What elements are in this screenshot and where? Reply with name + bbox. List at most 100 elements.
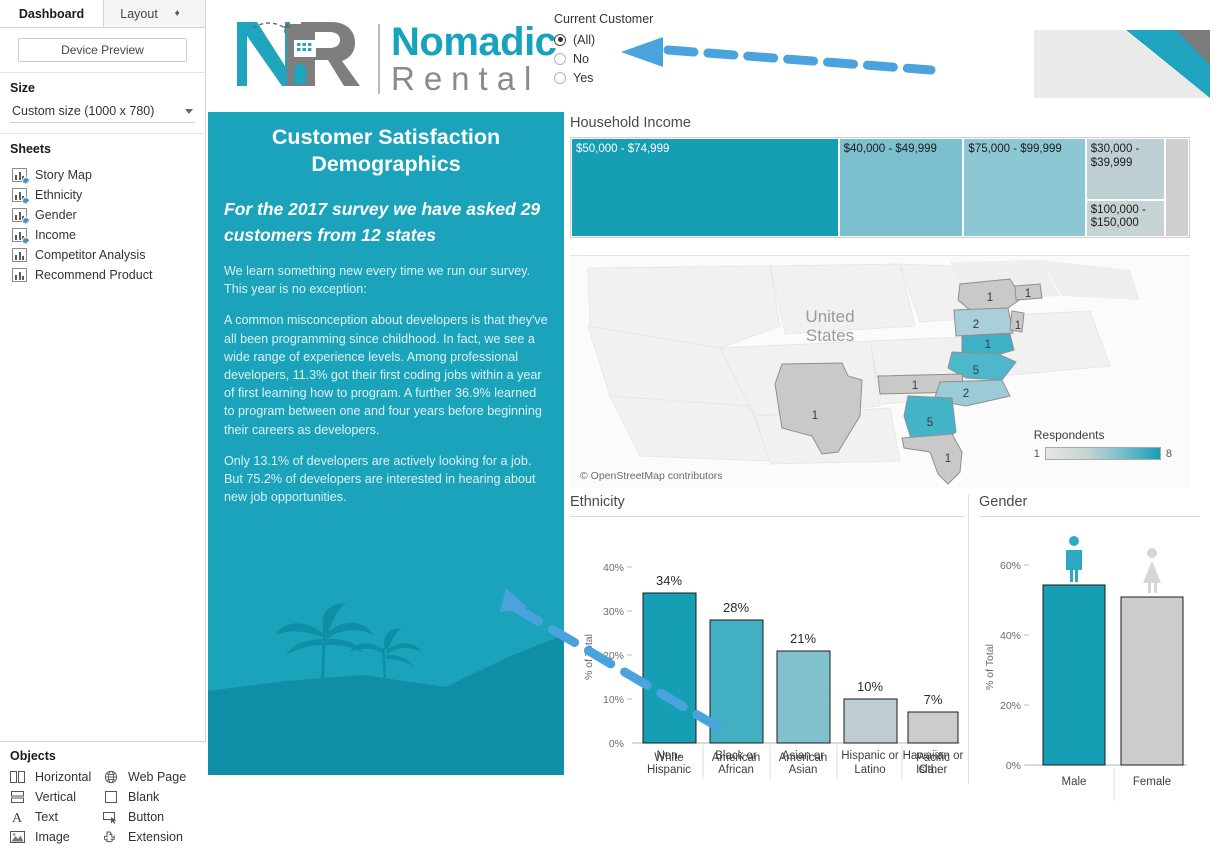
bar-value-label: 21% (790, 631, 816, 646)
in-use-check-icon (22, 237, 30, 245)
worksheet-icon (12, 208, 30, 225)
y-tick-label: 20% (1000, 700, 1021, 712)
objects-panel: Objects Horizontal Web Page Vertical Bla… (0, 741, 206, 854)
ethnicity-category-third-line: White American American Pacific Isla.. (654, 752, 950, 776)
treemap-tile[interactable]: $50,000 - $74,999 (571, 138, 839, 237)
object-label: Image (35, 830, 70, 844)
filter-option-all[interactable]: (All) (554, 30, 653, 49)
ethnicity-bar-chart[interactable]: 40% 30% 20% 10% 0% % of Total 34% 28% 21… (570, 517, 965, 779)
treemap-tile[interactable]: $75,000 - $99,999 (963, 138, 1086, 237)
size-dropdown[interactable]: Custom size (1000 x 780) (10, 102, 195, 123)
object-label: Button (128, 810, 165, 824)
y-tick-label: 0% (609, 738, 624, 750)
svg-text:A: A (12, 811, 23, 824)
state-value-tennessee: 1 (912, 380, 918, 392)
y-tick-label: 20% (603, 650, 624, 662)
ethnicity-panel: Ethnicity 40% 30% 20% 10% 0% % of Total (570, 494, 965, 784)
device-preview-button[interactable]: Device Preview (18, 38, 187, 62)
bar-non-hispanic-white (642, 592, 697, 744)
corner-stripe-graphic (1034, 5, 1210, 98)
sidebar-item-income[interactable]: Income (10, 225, 195, 245)
bar-value-label: 10% (857, 679, 883, 694)
logo-wordmark: Nomadic Rental (391, 20, 557, 96)
map-legend-title: Respondents (1033, 428, 1105, 442)
tab-dashboard[interactable]: Dashboard (0, 0, 103, 27)
map-attribution: © OpenStreetMap contributors (580, 470, 723, 482)
object-label: Text (35, 810, 58, 824)
object-label: Blank (128, 790, 160, 804)
object-label: Web Page (128, 770, 187, 784)
story-map-panel[interactable]: 1 1 2 1 1 1 5 1 2 5 1 United States Resp… (570, 255, 1190, 488)
logo-primary-text: Nomadic (391, 20, 557, 64)
object-blank[interactable]: Blank (103, 790, 196, 804)
state-value-virginia: 5 (973, 365, 979, 377)
filter-option-yes[interactable]: Yes (554, 68, 653, 87)
object-label: Vertical (35, 790, 76, 804)
objects-grid: Horizontal Web Page Vertical Blank A Tex… (10, 770, 196, 844)
text-a-icon: A (10, 810, 26, 826)
tab-layout[interactable]: Layout ▲ ▼ (103, 0, 205, 27)
state-value-pennsylvania: 2 (973, 319, 979, 331)
treemap-tile[interactable]: $40,000 - $49,999 (838, 138, 964, 237)
object-button[interactable]: Button (103, 810, 196, 824)
ethnicity-title: Ethnicity (570, 494, 625, 510)
worksheet-icon (12, 268, 27, 282)
size-dropdown-value: Custom size (1000 x 780) (12, 104, 155, 118)
sidebar-item-recommend-product[interactable]: Recommend Product (10, 265, 195, 285)
sheet-label: Gender (35, 208, 77, 222)
story-title: Customer Satisfaction Demographics (271, 125, 501, 176)
nomadic-rental-logo: Nomadic Rental (231, 14, 557, 96)
map-legend-min: 1 (1033, 447, 1040, 460)
y-tick-label: 10% (603, 694, 624, 706)
map-legend-gradient (1044, 447, 1161, 460)
object-image[interactable]: Image (10, 830, 103, 844)
sidebar-tabs: Dashboard Layout ▲ ▼ (0, 0, 205, 28)
gender-panel: Gender 60% 40% 20% 0% % of Total Male Fe… (968, 494, 1200, 801)
treemap-tile-label: $75,000 - $99,999 (968, 143, 1062, 155)
state-value-north-carolina: 2 (963, 388, 969, 400)
treemap-tile-label: $50,000 - $74,999 (576, 143, 670, 155)
bar-value-label: 7% (924, 692, 943, 707)
worksheet-icon (12, 188, 30, 205)
treemap-tile-label: $40,000 - $49,999 (843, 143, 937, 155)
globe-icon (103, 770, 119, 784)
horizontal-layout-icon (10, 770, 26, 784)
bar-asian-or-asian-american (776, 650, 831, 744)
y-axis-title: % of Total (583, 634, 595, 680)
worksheet-icon (12, 168, 30, 185)
sidebar-item-competitor-analysis[interactable]: Competitor Analysis (10, 245, 195, 265)
tableau-dashboard-editor: Dashboard Layout ▲ ▼ Device Preview Size … (0, 0, 1226, 854)
size-section: Size Custom size (1000 x 780) (0, 73, 205, 134)
gender-bar-chart[interactable]: 60% 40% 20% 0% % of Total Male Female (969, 517, 1191, 807)
tab-dashboard-label: Dashboard (18, 6, 85, 21)
sidebar-item-gender[interactable]: Gender (10, 205, 195, 225)
state-value-new-jersey: 1 (1015, 320, 1021, 332)
device-preview-section: Device Preview (0, 28, 205, 73)
treemap-tile[interactable]: $30,000 - $39,999 (1085, 138, 1165, 201)
object-text[interactable]: A Text (10, 810, 103, 826)
button-icon (103, 810, 119, 824)
in-use-check-icon (22, 197, 30, 205)
treemap-tile[interactable]: $100,000 - $150,000 (1085, 200, 1165, 237)
image-icon (10, 830, 26, 844)
filter-option-label: No (573, 51, 589, 66)
treemap-tile[interactable] (1164, 138, 1189, 237)
object-web-page[interactable]: Web Page (103, 770, 196, 784)
sidebar-item-ethnicity[interactable]: Ethnicity (10, 185, 195, 205)
in-use-check-icon (22, 217, 30, 225)
sort-updown-icon: ▲ ▼ (173, 8, 181, 18)
object-horizontal[interactable]: Horizontal (10, 770, 103, 784)
blank-square-icon (103, 790, 119, 804)
object-extension[interactable]: Extension (103, 830, 196, 844)
treemap-tile-label (1166, 139, 1188, 142)
filter-option-no[interactable]: No (554, 49, 653, 68)
story-paragraph: Only 13.1% of developers are actively lo… (224, 453, 536, 505)
state-value-florida: 1 (945, 453, 951, 465)
bar-hispanic-or-latino (843, 698, 898, 744)
bar-value-label: 28% (723, 600, 749, 615)
treemap-tile-label: $100,000 - $150,000 (1090, 204, 1146, 230)
chevron-down-icon (185, 108, 193, 114)
beach-illustration (208, 603, 564, 775)
object-vertical[interactable]: Vertical (10, 790, 103, 804)
sidebar-item-story-map[interactable]: Story Map (10, 165, 195, 185)
